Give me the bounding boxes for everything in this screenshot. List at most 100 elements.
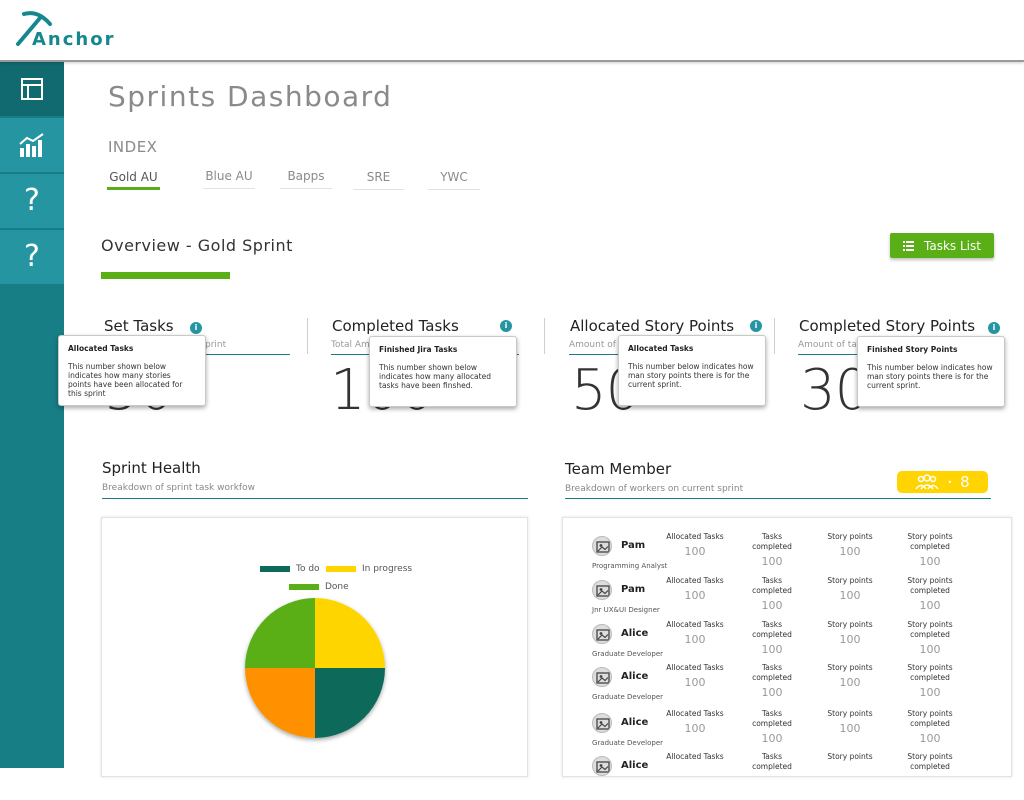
member-stat: Story points completed [900,752,960,775]
member-name: Pam [621,540,646,551]
stat-value: 100 [761,599,783,612]
team-member-title: Team Member [565,460,672,478]
tab-gold-au[interactable]: Gold AU [107,170,160,190]
anchor-logo[interactable]: Anchor [14,10,124,52]
stat-subtitle: Amount of ta [798,340,857,350]
stat-title: Allocated Story Points [570,317,735,335]
info-icon[interactable]: i [988,322,1000,334]
stat-value: 100 [919,643,941,656]
legend-label: To do [296,564,320,574]
tab-blue-au[interactable]: Blue AU [203,169,255,189]
legend-done: Done [289,582,349,592]
member-stat: Allocated Tasks 100 [665,663,725,689]
divider [544,318,545,354]
stat-subtitle: Amount of [569,340,616,350]
tooltip-title: Allocated Tasks [68,344,134,353]
divider [307,318,308,354]
info-icon[interactable]: i [190,322,202,334]
stat-subtitle: Total Am [331,340,370,350]
team-member-row[interactable]: Pam Programming Analyst Allocated Tasks 1… [592,532,992,580]
info-icon[interactable]: i [750,320,762,332]
member-stat: Allocated Tasks 100 [665,532,725,558]
tab-ywc[interactable]: YWC [428,170,480,190]
member-stat: Story points completed 100 [900,620,960,656]
pie-slice-3 [245,598,315,668]
stat-value: 100 [761,732,783,745]
member-stat: Story points 100 [820,663,880,689]
sprint-health-title: Sprint Health [102,459,201,477]
stat-value: 100 [684,633,706,646]
stat-label: Allocated Tasks [666,663,724,672]
tab-sre[interactable]: SRE [353,170,404,190]
team-member-row[interactable]: Alice Graduate Developer Allocated Tasks … [592,709,992,757]
team-icon [915,474,939,490]
sidebar: ? ? [0,62,64,768]
sidebar-item-dashboard[interactable] [0,62,64,116]
bar-chart-icon [19,133,44,157]
tasks-list-button[interactable]: Tasks List [890,233,994,258]
sprint-health-underline [102,498,528,499]
tooltip-title: Allocated Tasks [628,344,694,353]
member-role: Jnr UX&UI Designer [592,606,660,614]
avatar-icon [592,667,612,687]
tasks-list-label: Tasks List [924,238,981,253]
sidebar-item-analytics[interactable] [0,118,64,172]
stat-label: Tasks completed [752,752,792,771]
stat-value: 100 [684,545,706,558]
legend-swatch [260,566,290,572]
team-member-subtitle: Breakdown of workers on current sprint [565,484,744,494]
member-stat: Story points completed 100 [900,576,960,612]
sidebar-item-help-1[interactable]: ? [0,174,64,228]
stat-value: 100 [761,686,783,699]
legend-swatch [326,566,356,572]
member-name: Alice [621,628,649,639]
pie-slice-2 [245,668,315,738]
tooltip-body: This number below indicates how man stor… [867,363,993,390]
team-member-row[interactable]: Alice Graduate Developer Allocated Tasks … [592,663,992,711]
badge-separator: • [947,477,953,487]
stat-label: Allocated Tasks [666,532,724,541]
member-stat: Tasks completed 100 [742,620,802,656]
stat-value: 100 [761,555,783,568]
member-stat: Allocated Tasks 100 [665,709,725,735]
avatar-icon [592,580,612,600]
team-member-row[interactable]: Pam Jnr UX&UI Designer Allocated Tasks 10… [592,576,992,624]
dashboard-icon [21,78,43,100]
stat-value: 100 [684,722,706,735]
stat-label: Story points completed [907,752,953,771]
team-count: 8 [960,473,970,491]
legend-swatch [289,584,319,590]
stat-title: Completed Story Points [799,317,976,335]
member-stat: Allocated Tasks [665,752,725,765]
stat-label: Allocated Tasks [666,620,724,629]
member-stat: Story points completed 100 [900,709,960,745]
stat-label: Story points [827,620,873,629]
info-icon[interactable]: i [500,320,512,332]
list-icon [903,240,915,251]
tab-bapps[interactable]: Bapps [280,169,332,189]
stat-label: Story points completed [907,532,953,551]
stat-title: Set Tasks [104,317,174,335]
stat-label: Allocated Tasks [666,752,724,761]
stat-label: Story points [827,663,873,672]
member-name: Alice [621,717,649,728]
member-role: Programming Analyst [592,562,668,570]
team-member-row[interactable]: Alice Graduate Developer Allocated Tasks … [592,620,992,668]
team-count-badge: • 8 [897,471,988,493]
stat-label: Story points [827,576,873,585]
member-role: Graduate Developer [592,739,664,747]
team-member-row[interactable]: Alice Allocated Tasks Tasks completed St… [592,752,992,800]
overview-title: Overview - Gold Sprint [101,236,293,255]
stat-label: Story points completed [907,620,953,639]
stat-value: 100 [919,599,941,612]
stat-value: 100 [839,545,861,558]
legend-label: In progress [362,564,413,574]
stat-value: 100 [684,589,706,602]
sidebar-item-help-2[interactable]: ? [0,230,64,284]
legend-label: Done [325,582,349,592]
stat-value: 100 [761,643,783,656]
help-icon: ? [24,183,40,218]
stat-value: 100 [919,686,941,699]
stat-label: Tasks completed [752,620,792,639]
tooltip-title: Finished Story Points [867,345,958,354]
